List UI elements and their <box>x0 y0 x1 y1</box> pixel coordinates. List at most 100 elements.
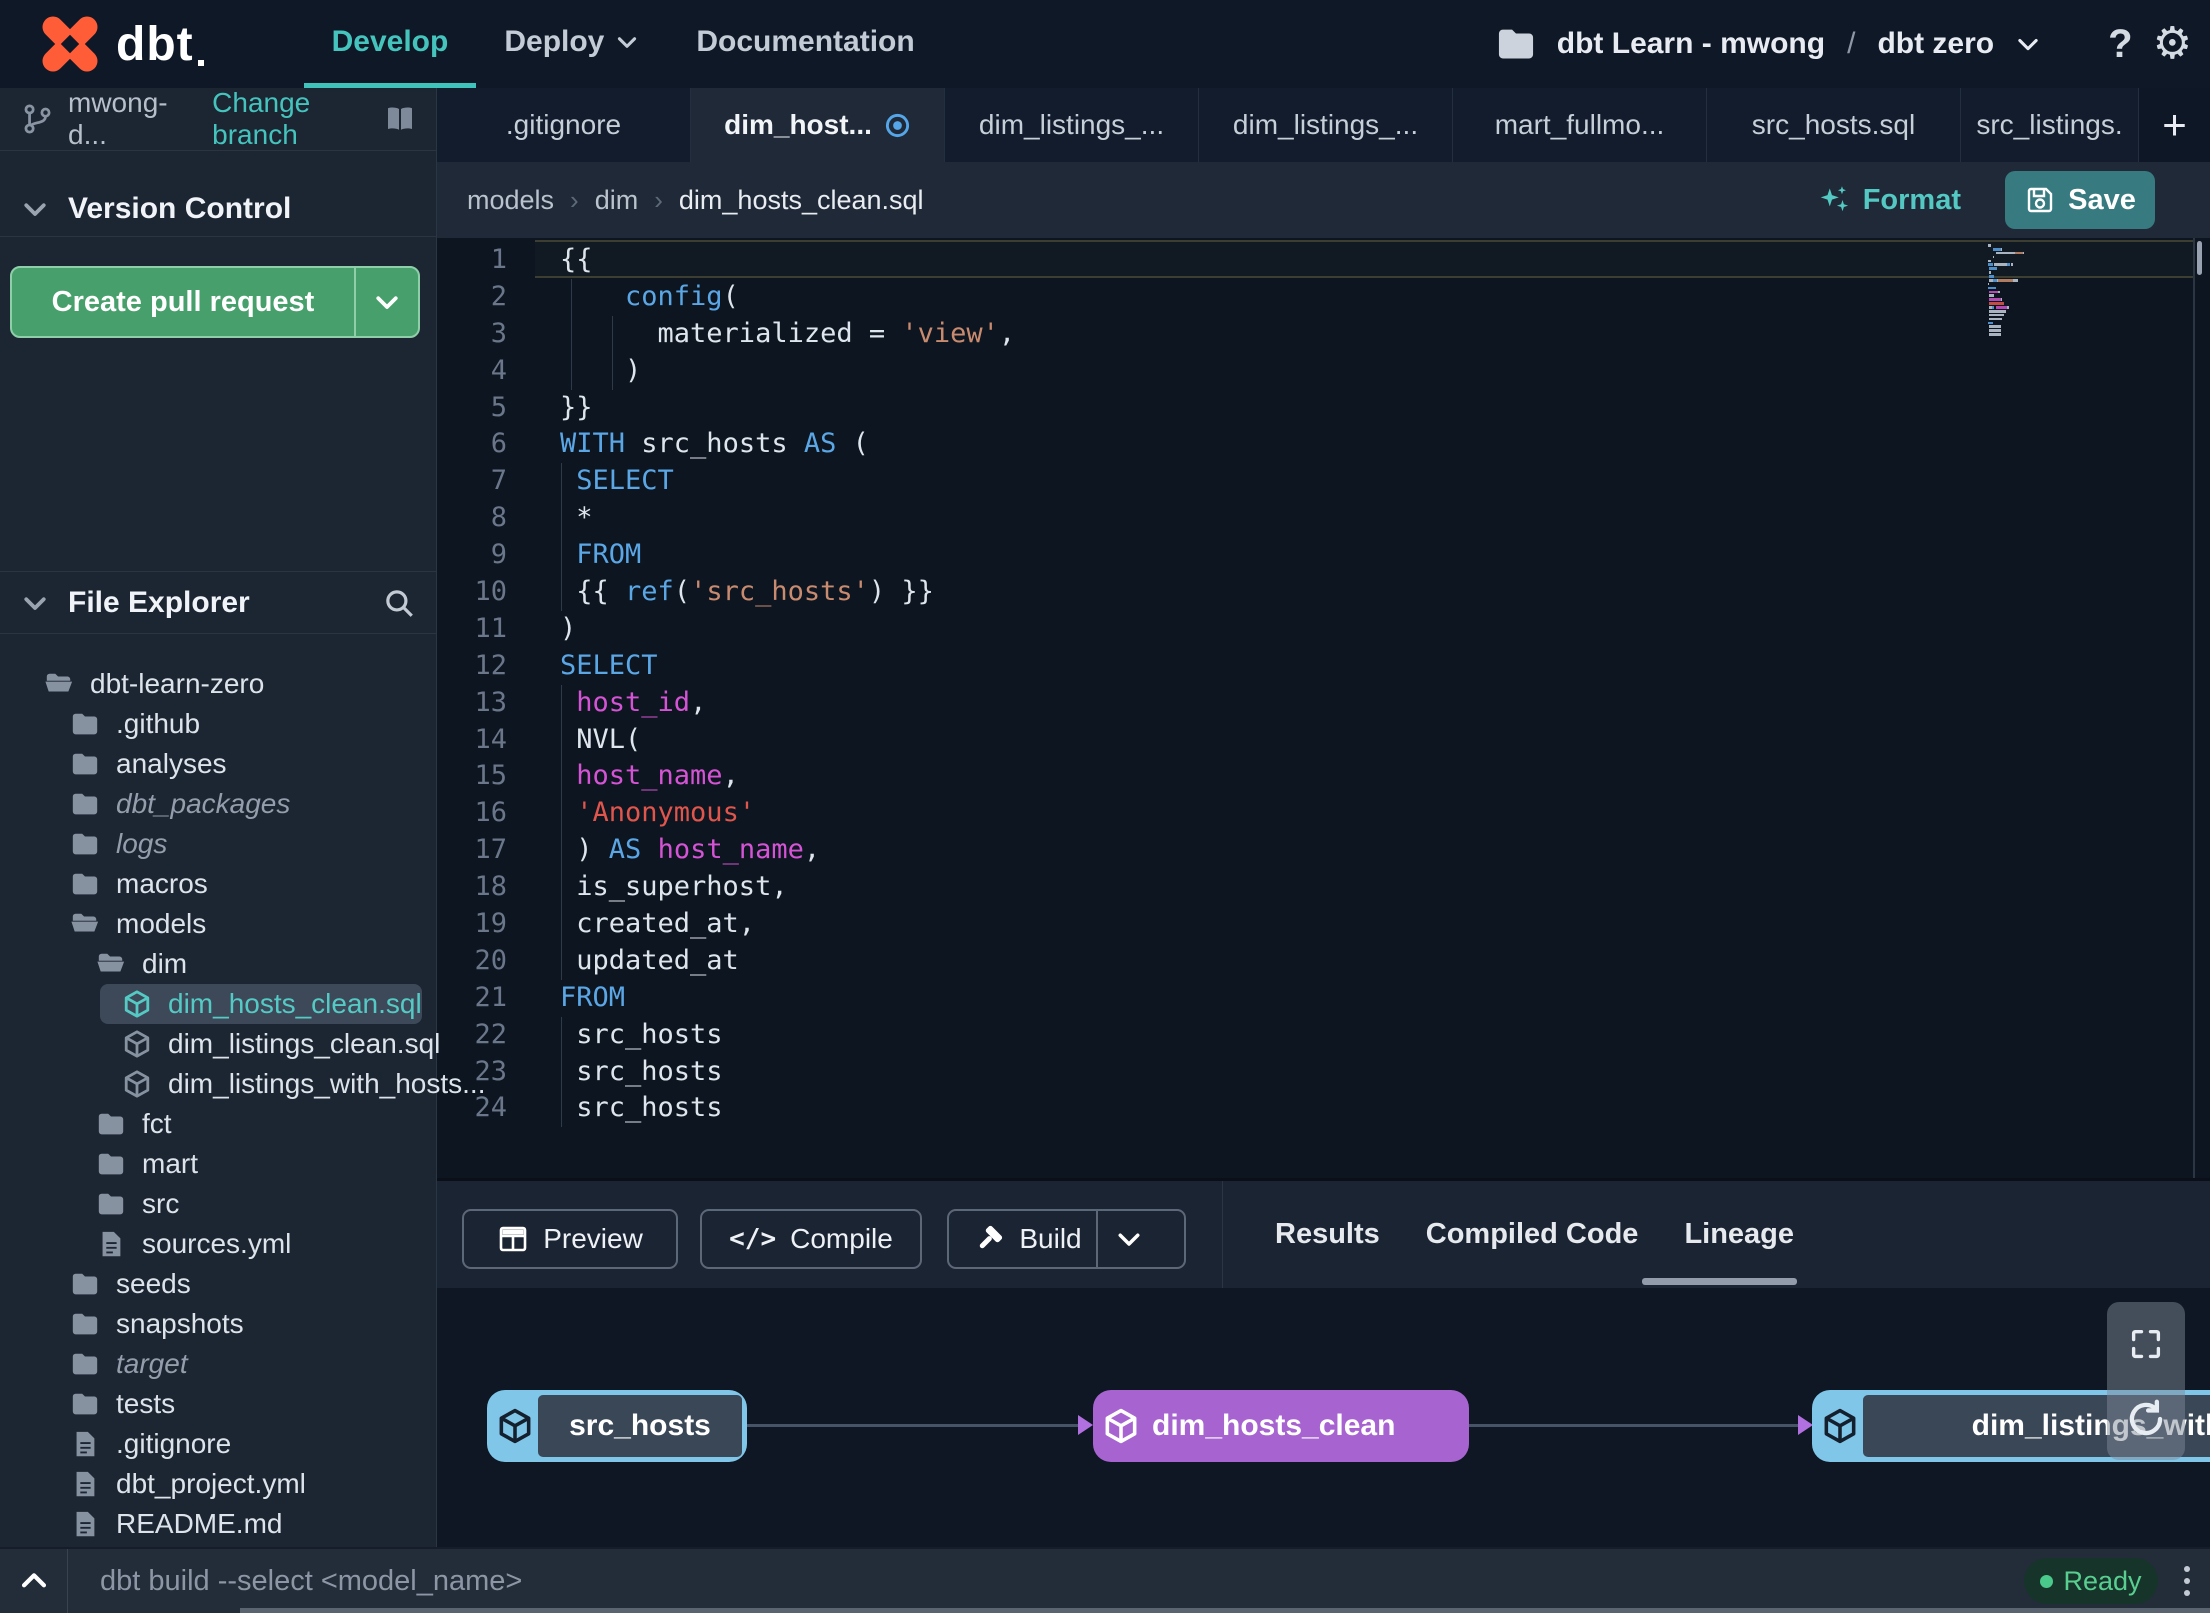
tree-item-mart[interactable]: mart <box>0 1144 436 1184</box>
tree-item-sources-yml[interactable]: sources.yml <box>0 1224 436 1264</box>
dbt-logo[interactable]: dbt <box>0 0 204 88</box>
code-line: {{ <box>437 242 2150 279</box>
tree-item-dim[interactable]: dim <box>0 944 436 984</box>
tree-item-snapshots[interactable]: snapshots <box>0 1304 436 1344</box>
editor-tab-src-listings[interactable]: src_listings. <box>1961 88 2139 162</box>
minimap-token <box>1995 251 2016 255</box>
editor-minimap[interactable] <box>1988 244 2052 337</box>
code-line: SELECT <box>437 463 2150 501</box>
command-input[interactable]: dbt build --select <model_name> <box>100 1565 2024 1598</box>
tree-item-dim-listings-clean-sql[interactable]: dim_listings_clean.sql <box>0 1024 440 1064</box>
folder-open-icon <box>70 909 100 939</box>
tree-item-src[interactable]: src <box>0 1184 436 1224</box>
editor-tab-src-hosts-sql[interactable]: src_hosts.sql <box>1707 88 1961 162</box>
minimap-token <box>1994 263 2008 267</box>
chevron-up-icon[interactable] <box>0 1549 68 1613</box>
account-name[interactable]: dbt Learn - mwong <box>1557 27 1825 61</box>
version-control-header[interactable]: Version Control <box>0 151 436 237</box>
kebab-menu-icon[interactable] <box>2184 1566 2190 1596</box>
code-line: }} <box>437 390 2150 427</box>
search-icon[interactable] <box>382 586 416 620</box>
tree-item-dbt-project-yml[interactable]: dbt_project.yml <box>0 1464 436 1504</box>
minimap-token <box>1989 309 2007 313</box>
tree-item-dbt-learn-zero[interactable]: dbt-learn-zero <box>0 664 436 704</box>
folder-icon <box>70 1349 100 1379</box>
minimap-token <box>1989 271 1991 274</box>
help-icon[interactable]: ? <box>2108 22 2132 67</box>
fullscreen-icon[interactable] <box>2128 1326 2164 1362</box>
new-tab-button[interactable]: + <box>2139 88 2210 162</box>
lineage-canvas[interactable]: src_hosts dim_hosts_clean dim_listings_wit… <box>437 1288 2210 1547</box>
project-name[interactable]: dbt zero <box>1877 27 1994 61</box>
tree-item-target[interactable]: target <box>0 1344 436 1384</box>
save-label: Save <box>2068 183 2136 216</box>
code-line: materialized = 'view', <box>437 315 2150 353</box>
settings-gear-icon[interactable]: ⚙ <box>2153 22 2192 66</box>
panel-tab-compiled-code[interactable]: Compiled Code <box>1426 1218 1639 1251</box>
code-line: FROM <box>437 980 2150 1017</box>
branch-name[interactable]: mwong-d... <box>68 87 182 151</box>
format-label: Format <box>1862 183 1961 216</box>
panel-tab-results[interactable]: Results <box>1275 1218 1380 1251</box>
tree-item-analyses[interactable]: analyses <box>0 744 436 784</box>
lineage-node-label-box: src_hosts <box>538 1395 742 1457</box>
tree-item-models[interactable]: models <box>0 904 436 944</box>
panel-tab-lineage[interactable]: Lineage <box>1684 1218 1794 1251</box>
nav-item-deploy[interactable]: Deploy <box>476 0 668 88</box>
tree-item-github[interactable]: .github <box>0 704 436 744</box>
docs-book-icon[interactable] <box>384 103 416 135</box>
tree-item-dim-hosts-clean-sql[interactable]: dim_hosts_clean.sql <box>100 984 422 1024</box>
editor-scrollbar[interactable] <box>2193 238 2195 1178</box>
code-token: SELECT <box>576 465 674 497</box>
refresh-icon[interactable] <box>2123 1396 2169 1442</box>
change-branch-link[interactable]: Change branch <box>212 87 370 151</box>
editor-tab-gitignore[interactable]: .gitignore <box>437 88 691 162</box>
minimap-line <box>1988 298 2052 301</box>
save-button[interactable]: Save <box>2005 171 2155 229</box>
minimap-token <box>1989 333 2001 336</box>
code-token: }} <box>560 391 593 423</box>
tree-item-label: dim_listings_clean.sql <box>168 1028 441 1059</box>
lineage-edge <box>1469 1424 1799 1427</box>
minimap-line <box>1988 306 2052 309</box>
tree-item-macros[interactable]: macros <box>0 864 436 904</box>
minimap-token <box>1993 255 1995 259</box>
code-editor[interactable]: 1 2 3 4 5 6 7 8 9 10 11 12 13 14 15 16 17 18 19 20 21 22 23 24 … <box>437 238 2210 1178</box>
lineage-node-dim-hosts-clean[interactable]: dim_hosts_clean <box>1093 1390 1469 1462</box>
minimap-token <box>1988 321 1994 325</box>
tree-item-logs[interactable]: logs <box>0 824 436 864</box>
nav-item-develop[interactable]: Develop <box>303 0 477 88</box>
minimap-token <box>1989 325 2001 329</box>
folder-open-icon <box>44 669 74 699</box>
format-button[interactable]: Format <box>1817 183 1961 217</box>
ready-dot-icon <box>2040 1574 2054 1588</box>
tree-item-dim-listings-with-hosts[interactable]: dim_listings_with_hosts... <box>0 1064 485 1104</box>
editor-tab-dim-listings[interactable]: dim_listings_... <box>1199 88 1453 162</box>
tab-label: dim_listings_... <box>978 109 1165 140</box>
minimap-token <box>1998 290 2000 294</box>
indent-guide <box>561 574 563 611</box>
create-pull-request-button[interactable]: Create pull request <box>10 266 420 338</box>
project-chevron-down-icon[interactable] <box>2014 30 2042 58</box>
tree-item-readme-md[interactable]: README.md <box>0 1504 436 1544</box>
lineage-node-label-box: dim_hosts_clean <box>1144 1409 1413 1443</box>
tab-label: dim_listings_... <box>1232 109 1419 140</box>
lineage-node-src-hosts[interactable]: src_hosts <box>487 1390 747 1462</box>
file-explorer-header[interactable]: File Explorer <box>0 571 436 634</box>
editor-tab-mart-fullmo[interactable]: mart_fullmo... <box>1453 88 1707 162</box>
code-line: src_hosts <box>437 1090 2150 1128</box>
editor-header: models › dim › dim_hosts_clean.sql Format <box>437 162 2210 238</box>
pr-dropdown-chevron-icon[interactable] <box>354 268 418 336</box>
editor-tab-dim-listings[interactable]: dim_listings_... <box>945 88 1199 162</box>
tree-item-tests[interactable]: tests <box>0 1384 436 1424</box>
minimap-line <box>1988 255 2052 259</box>
editor-scrollbar-thumb[interactable] <box>2197 241 2202 275</box>
indent-guide <box>561 537 563 575</box>
editor-tab-dim-host[interactable]: dim_host... <box>691 88 945 162</box>
nav-item-documentation[interactable]: Documentation <box>668 0 942 88</box>
tree-item-seeds[interactable]: seeds <box>0 1264 436 1304</box>
minimap-token <box>1989 290 1999 294</box>
tree-item-gitignore[interactable]: .gitignore <box>0 1424 436 1464</box>
tree-item-dbt-packages[interactable]: dbt_packages <box>0 784 436 824</box>
tree-item-fct[interactable]: fct <box>0 1104 436 1144</box>
